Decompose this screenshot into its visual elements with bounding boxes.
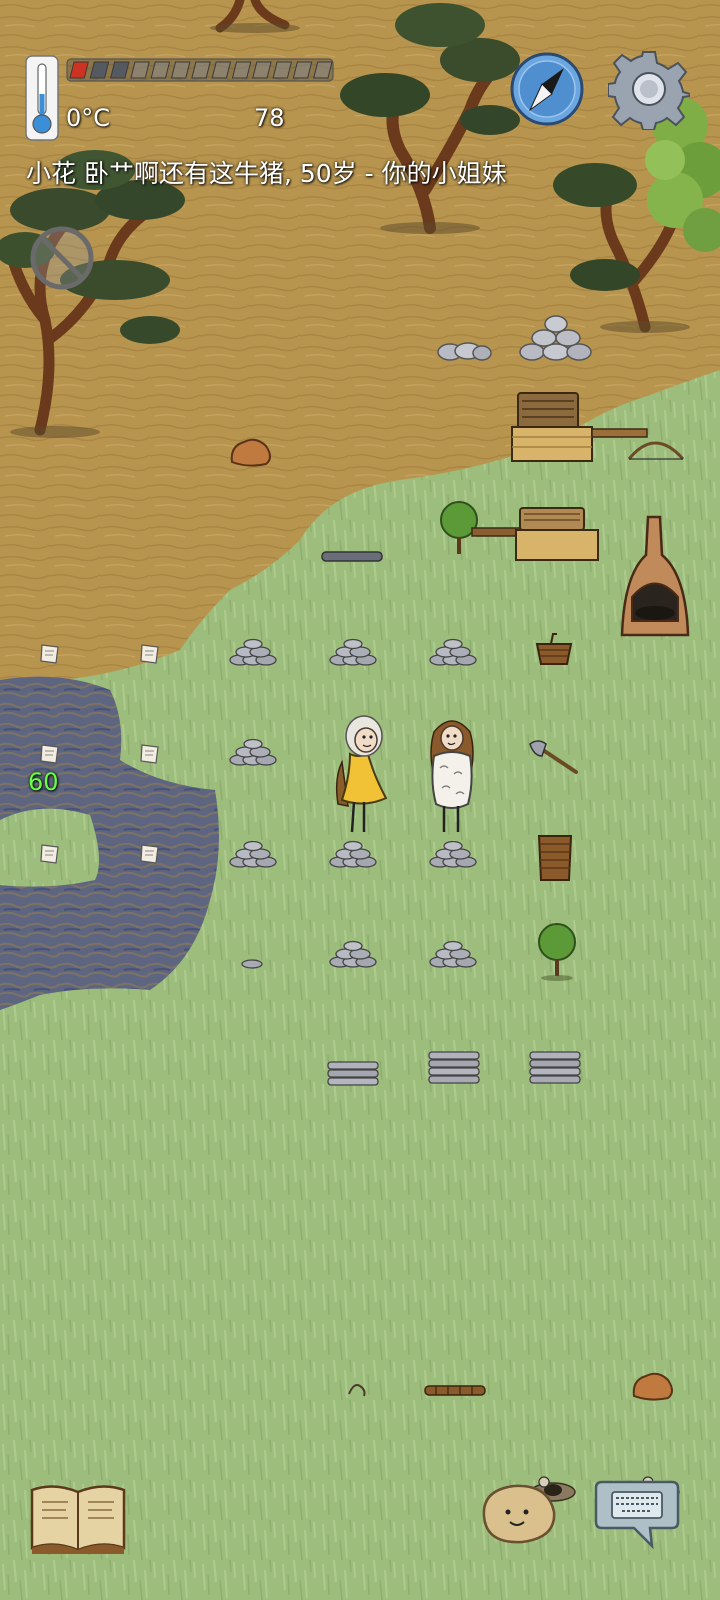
adobe-kiln[interactable] — [618, 515, 692, 640]
speech-message: 小花 卧艹啊还有这牛猪, 50岁 - 你的小姐妹 — [26, 159, 507, 188]
small-stone[interactable] — [240, 958, 264, 970]
no-symbol-icon[interactable] — [28, 224, 96, 292]
clay-lump[interactable] — [228, 436, 274, 468]
temperature-readout: 0°C — [66, 104, 111, 132]
stone-stack[interactable] — [328, 940, 378, 970]
stone-stack[interactable] — [428, 940, 478, 970]
keyboard-icon[interactable] — [594, 1476, 680, 1552]
stone-pile-large[interactable] — [518, 314, 594, 362]
handcart-with-sapling[interactable] — [432, 498, 604, 566]
stone-axe[interactable] — [526, 738, 580, 778]
woven-basket-tall[interactable] — [533, 830, 577, 884]
gear-icon[interactable] — [608, 48, 690, 130]
log-branch[interactable] — [422, 1380, 488, 1400]
stone-slab-stack[interactable] — [326, 1058, 380, 1090]
sapling-tree[interactable] — [534, 922, 580, 982]
paper-note[interactable] — [38, 842, 62, 866]
paper-note[interactable] — [38, 742, 62, 766]
sister-character[interactable] — [420, 712, 484, 836]
paper-note[interactable] — [138, 842, 162, 866]
paper-note[interactable] — [138, 742, 162, 766]
stone-stack[interactable] — [228, 638, 278, 668]
potato-face-icon[interactable] — [478, 1480, 558, 1546]
food-value: 78 — [254, 104, 285, 132]
book-icon[interactable] — [28, 1478, 128, 1556]
stone-stack[interactable] — [428, 638, 478, 668]
paper-note[interactable] — [38, 642, 62, 666]
food-meter — [66, 58, 334, 82]
stone-stack[interactable] — [328, 840, 378, 870]
thermometer-icon[interactable] — [24, 54, 60, 142]
stone-stack[interactable] — [228, 738, 278, 768]
stone-slab-stack[interactable] — [528, 1050, 582, 1090]
bow-tool[interactable] — [625, 433, 687, 463]
stone-pile-small[interactable] — [436, 338, 492, 362]
flat-rock[interactable] — [320, 548, 384, 564]
game-world[interactable] — [0, 0, 720, 1600]
woven-basket[interactable] — [533, 630, 575, 668]
clay-lump[interactable] — [630, 1370, 678, 1402]
stone-stack[interactable] — [428, 840, 478, 870]
rope-coil[interactable] — [346, 1380, 368, 1398]
elder-player-character[interactable] — [328, 714, 392, 836]
compass-icon[interactable] — [508, 50, 586, 128]
tree-trunk-edge — [210, 0, 300, 33]
stone-slab-stack[interactable] — [427, 1050, 481, 1090]
juniper-tree-top[interactable] — [330, 0, 520, 235]
paper-note[interactable] — [138, 642, 162, 666]
stone-stack[interactable] — [328, 638, 378, 668]
stone-stack[interactable] — [228, 840, 278, 870]
floating-number: 60 — [28, 768, 59, 796]
